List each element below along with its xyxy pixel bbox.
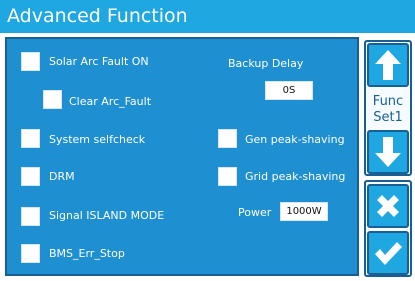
gen-peak-shaving-checkbox[interactable] xyxy=(218,129,237,148)
gen-peak-shaving-label: Gen peak-shaving xyxy=(245,133,345,146)
bms-err-stop-checkbox[interactable] xyxy=(21,244,40,263)
power-label: Power xyxy=(238,206,272,219)
solar-arc-fault-label: Solar Arc Fault ON xyxy=(49,55,149,68)
signal-island-mode-label: Signal ISLAND MODE xyxy=(49,209,165,222)
grid-peak-shaving-label: Grid peak-shaving xyxy=(245,170,346,183)
bms-err-stop-label: BMS_Err_Stop xyxy=(49,247,125,260)
arrow-up-icon xyxy=(375,50,401,80)
power-field[interactable]: 1000W xyxy=(280,202,328,221)
arrow-down-icon xyxy=(375,137,401,167)
confirm-button[interactable] xyxy=(367,231,409,275)
system-selfcheck-checkbox[interactable] xyxy=(21,129,40,148)
page-title: Advanced Function xyxy=(7,5,188,27)
header-bar: Advanced Function xyxy=(0,0,415,33)
func-set-label: Set1 xyxy=(373,110,403,125)
checkmark-icon xyxy=(375,242,402,265)
drm-label: DRM xyxy=(49,170,75,183)
clear-arc-fault-label: Clear Arc_Fault xyxy=(69,95,152,108)
settings-panel: Solar Arc Fault ON Clear Arc_Fault Syste… xyxy=(5,37,359,276)
backup-delay-label: Backup Delay xyxy=(228,57,304,70)
system-selfcheck-label: System selfcheck xyxy=(49,133,146,146)
solar-arc-fault-checkbox[interactable] xyxy=(21,52,40,71)
cancel-button[interactable] xyxy=(367,184,409,228)
page-up-button[interactable] xyxy=(367,43,409,87)
clear-arc-fault-checkbox[interactable] xyxy=(43,90,62,109)
signal-island-mode-checkbox[interactable] xyxy=(21,207,40,226)
page-down-button[interactable] xyxy=(367,130,409,174)
drm-checkbox[interactable] xyxy=(21,167,40,186)
func-label: Func xyxy=(372,94,404,109)
backup-delay-field[interactable]: 0S xyxy=(265,81,313,100)
grid-peak-shaving-checkbox[interactable] xyxy=(218,167,237,186)
close-icon xyxy=(377,195,399,217)
